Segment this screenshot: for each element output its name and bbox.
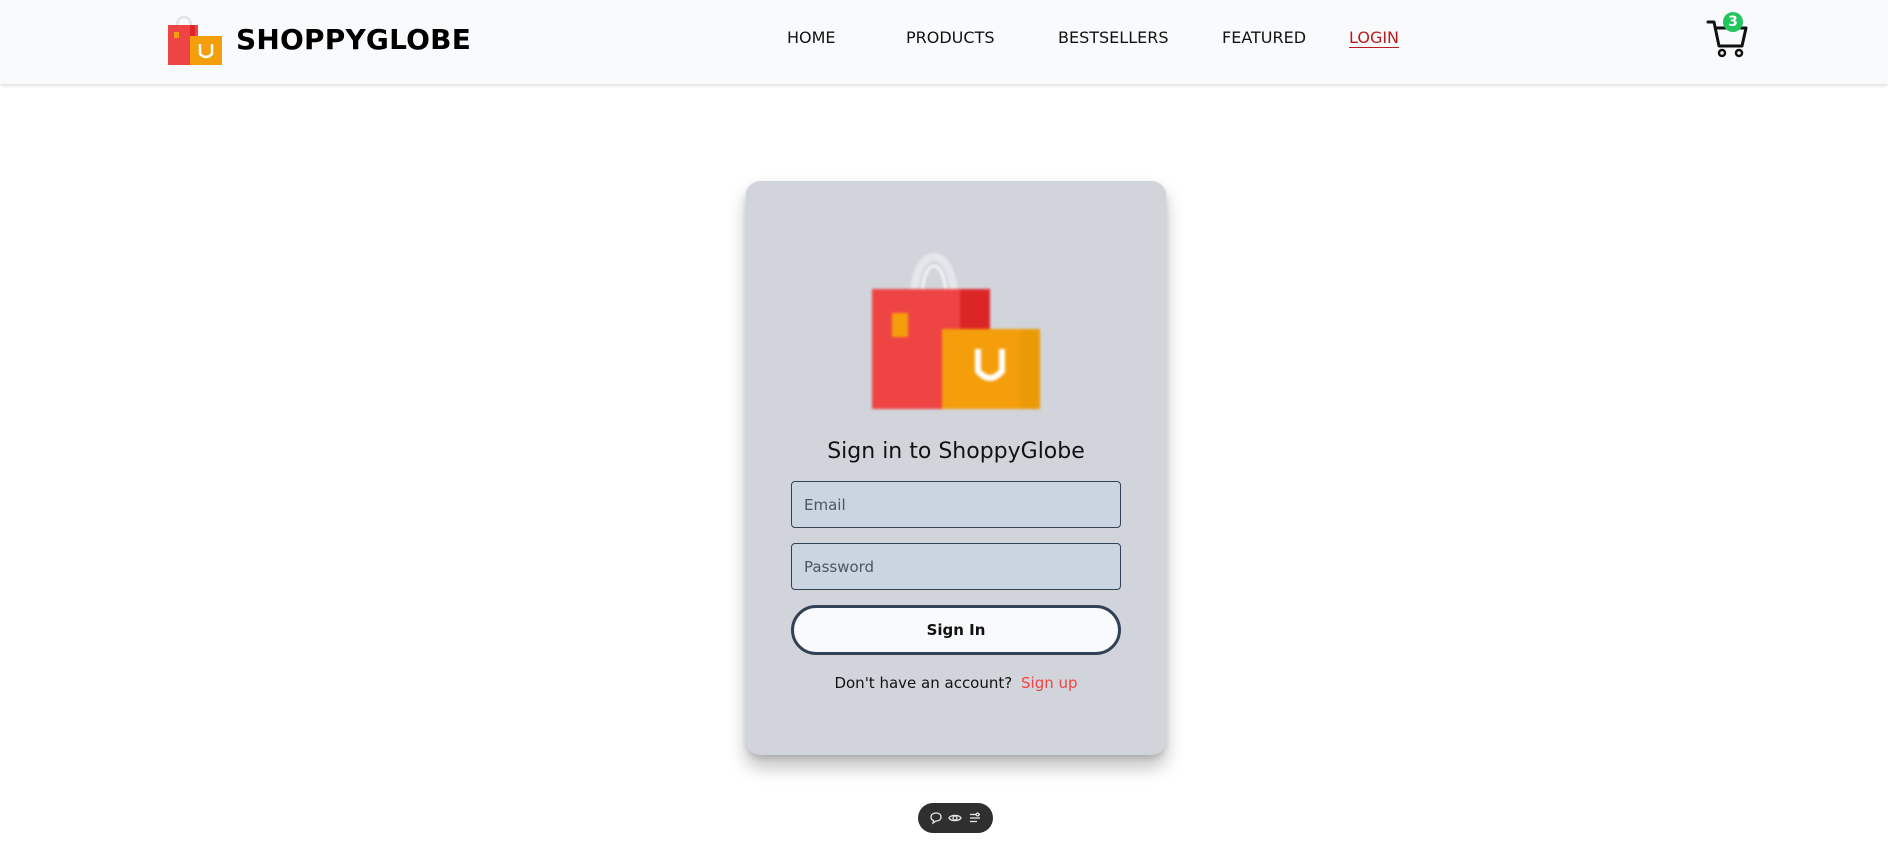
navbar: SHOPPYGLOBE HOME PRODUCTS BESTSELLERS FE… <box>0 0 1888 84</box>
brand[interactable]: SHOPPYGLOBE <box>166 12 471 66</box>
cart-count-badge: 3 <box>1723 12 1743 32</box>
login-title: Sign in to ShoppyGlobe <box>827 439 1085 464</box>
password-field[interactable] <box>791 543 1121 590</box>
sign-up-link[interactable]: Sign up <box>1021 674 1078 692</box>
eye-icon[interactable] <box>948 811 963 825</box>
email-field[interactable] <box>791 481 1121 528</box>
nav-home[interactable]: HOME <box>787 28 836 47</box>
signup-row: Don't have an account? Sign up <box>746 674 1166 692</box>
signup-prompt: Don't have an account? <box>834 674 1013 692</box>
nav-products[interactable]: PRODUCTS <box>906 28 995 47</box>
shopping-bags-icon <box>168 15 222 65</box>
login-card: Sign in to ShoppyGlobe Sign In Don't hav… <box>746 181 1166 755</box>
nav-login[interactable]: LOGIN <box>1349 28 1399 47</box>
settings-sliders-icon[interactable] <box>968 811 982 825</box>
nav-featured[interactable]: FEATURED <box>1222 28 1306 47</box>
brand-name: SHOPPYGLOBE <box>236 22 472 56</box>
comment-icon[interactable] <box>929 811 943 825</box>
floating-toolbar <box>918 803 993 833</box>
sign-in-button[interactable]: Sign In <box>791 605 1121 655</box>
nav-bestsellers[interactable]: BESTSELLERS <box>1058 28 1169 47</box>
cart-button[interactable]: 3 <box>1706 12 1748 58</box>
shopping-bags-icon <box>872 253 1040 409</box>
